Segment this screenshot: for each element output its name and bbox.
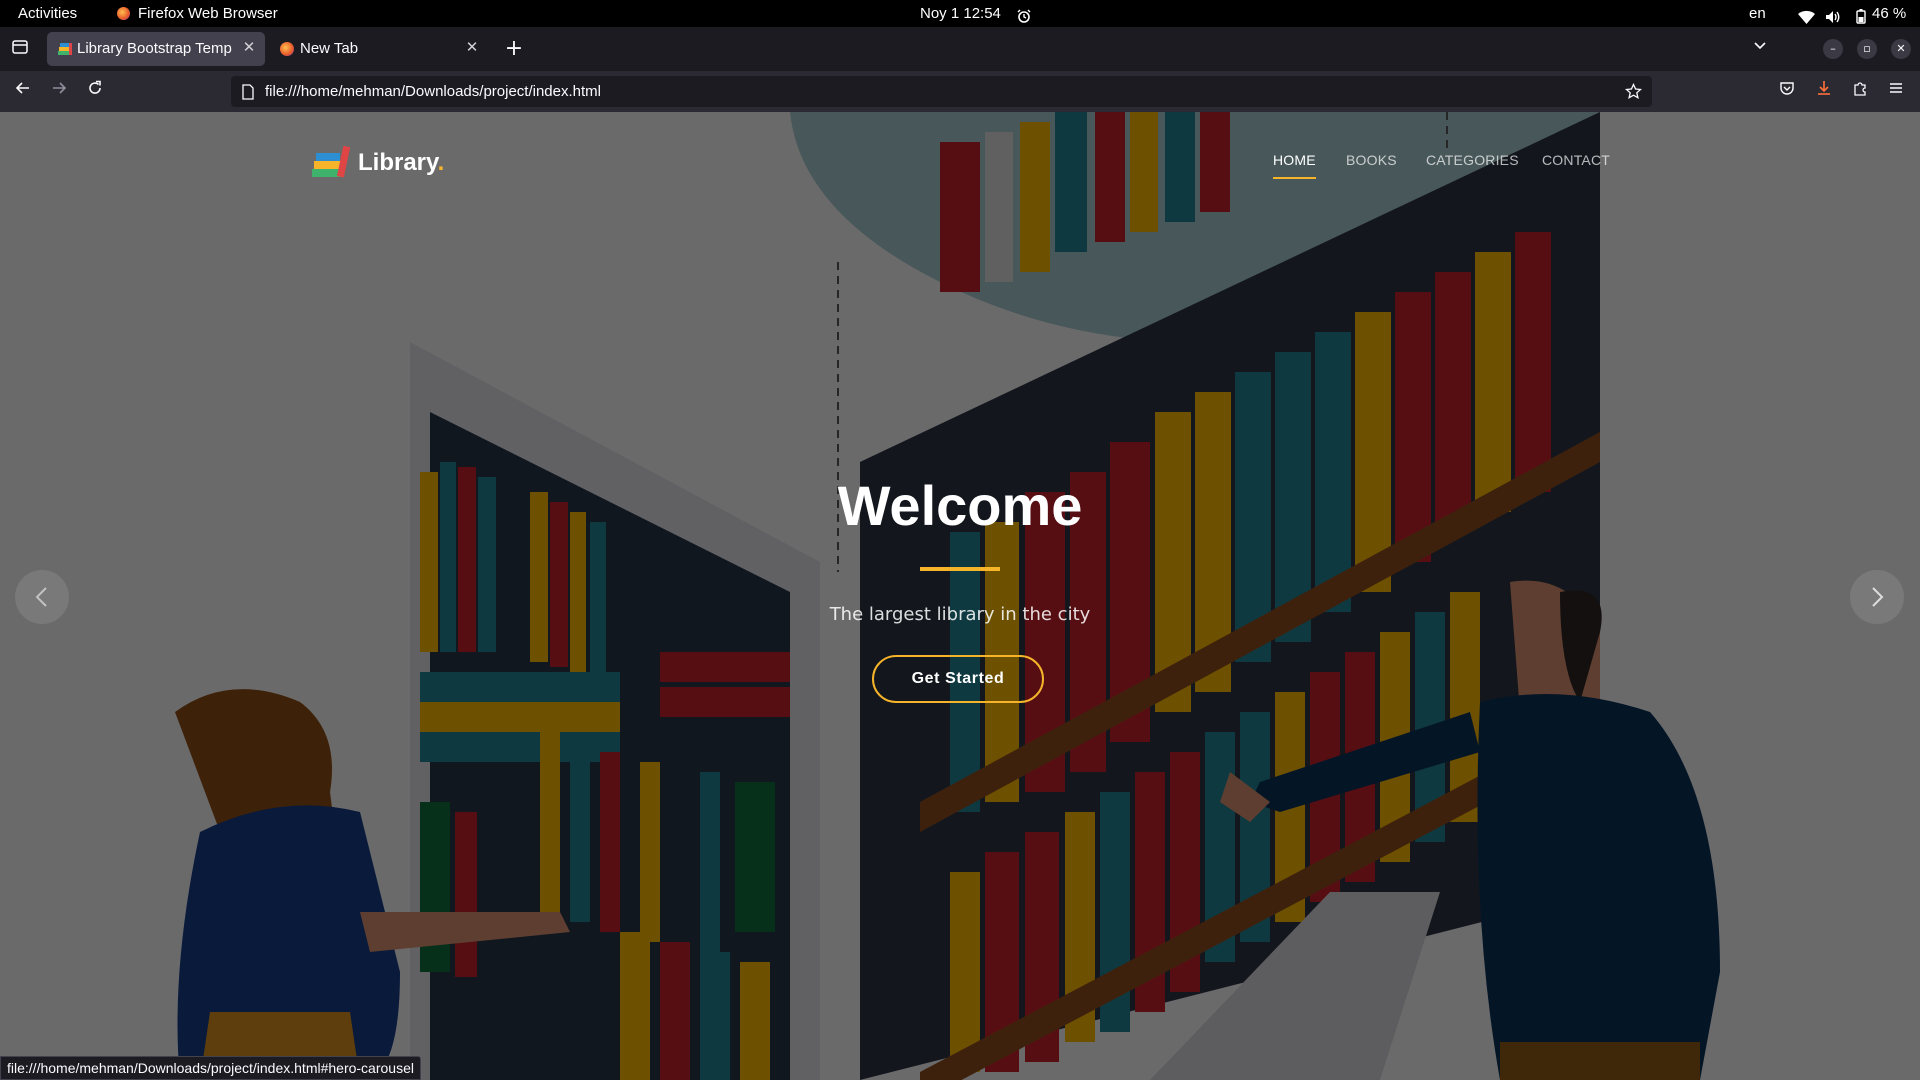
system-top-bar: Activities Firefox Web Browser Noy 1 12:… [0,0,1920,27]
app-menu[interactable]: Firefox Web Browser [117,0,278,27]
battery-percentage: 46 % [1872,5,1907,22]
new-tab-button[interactable]: + [503,35,525,63]
library-favicon [58,43,72,55]
carousel-next-button[interactable] [1850,570,1904,624]
reload-button[interactable] [81,77,109,105]
firefox-icon [280,42,294,56]
downloads-button[interactable] [1810,77,1838,105]
get-started-button[interactable]: Get Started [872,655,1044,703]
arrow-right-icon [53,82,67,94]
chevron-left-icon [35,587,47,607]
arrow-left-icon [15,82,29,94]
hero-subtitle: The largest library in the city [829,604,1091,625]
app-name: Firefox Web Browser [138,5,278,22]
url-bar[interactable]: file:///home/mehman/Downloads/project/in… [231,76,1652,107]
tab-title: Library Bootstrap Templ [77,40,232,57]
extensions-button[interactable] [1846,77,1874,105]
hero-title: Welcome [837,474,1083,537]
pocket-button[interactable] [1773,77,1801,105]
chevron-right-icon [1872,587,1884,607]
close-window-button[interactable]: ✕ [1891,39,1911,59]
tab-title: New Tab [300,40,359,57]
web-page: Library. HOME BOOKS CATEGORIES CONTACT W… [0,112,1920,1080]
status-bar-link-preview: file:///home/mehman/Downloads/project/in… [0,1056,421,1080]
reload-icon [89,80,101,94]
battery-icon[interactable] [1856,6,1866,24]
navigation-toolbar: file:///home/mehman/Downloads/project/in… [0,71,1920,113]
close-tab-icon[interactable]: ✕ [239,38,259,58]
tab-strip: Library Bootstrap Templ ✕ New Tab ✕ + [0,27,1920,71]
activities-button[interactable]: Activities [18,0,77,27]
tab-library-template[interactable]: Library Bootstrap Templ ✕ [47,32,265,66]
hero-title-underline [920,567,1000,571]
download-icon [1818,81,1830,95]
menu-button[interactable] [1882,77,1910,105]
puzzle-icon [1854,82,1866,96]
firefox-icon [117,7,130,20]
carousel-prev-button[interactable] [15,570,69,624]
alarm-icon [1017,6,1031,23]
firefox-view-icon [12,40,28,54]
chevron-down-icon [1754,42,1766,50]
restore-button[interactable]: ▫ [1857,39,1877,59]
tab-new-tab[interactable]: New Tab ✕ [270,32,488,66]
back-button[interactable] [9,77,37,105]
minimize-button[interactable]: – [1823,39,1843,59]
hero-carousel: Welcome The largest library in the city … [0,112,1920,1080]
language-indicator[interactable]: en [1749,0,1766,27]
bookmark-star-icon[interactable] [1625,83,1642,100]
firefox-view-button[interactable] [9,38,31,60]
page-icon [242,84,254,100]
volume-icon[interactable] [1825,6,1841,23]
pocket-icon [1780,82,1794,95]
clock[interactable]: Noy 1 12:54 [920,0,1001,27]
hamburger-menu-icon [1890,83,1902,93]
forward-button[interactable] [45,77,73,105]
wifi-icon[interactable] [1798,6,1815,24]
url-text[interactable]: file:///home/mehman/Downloads/project/in… [265,83,601,100]
list-all-tabs-button[interactable] [1748,37,1772,61]
close-tab-icon[interactable]: ✕ [462,38,482,58]
